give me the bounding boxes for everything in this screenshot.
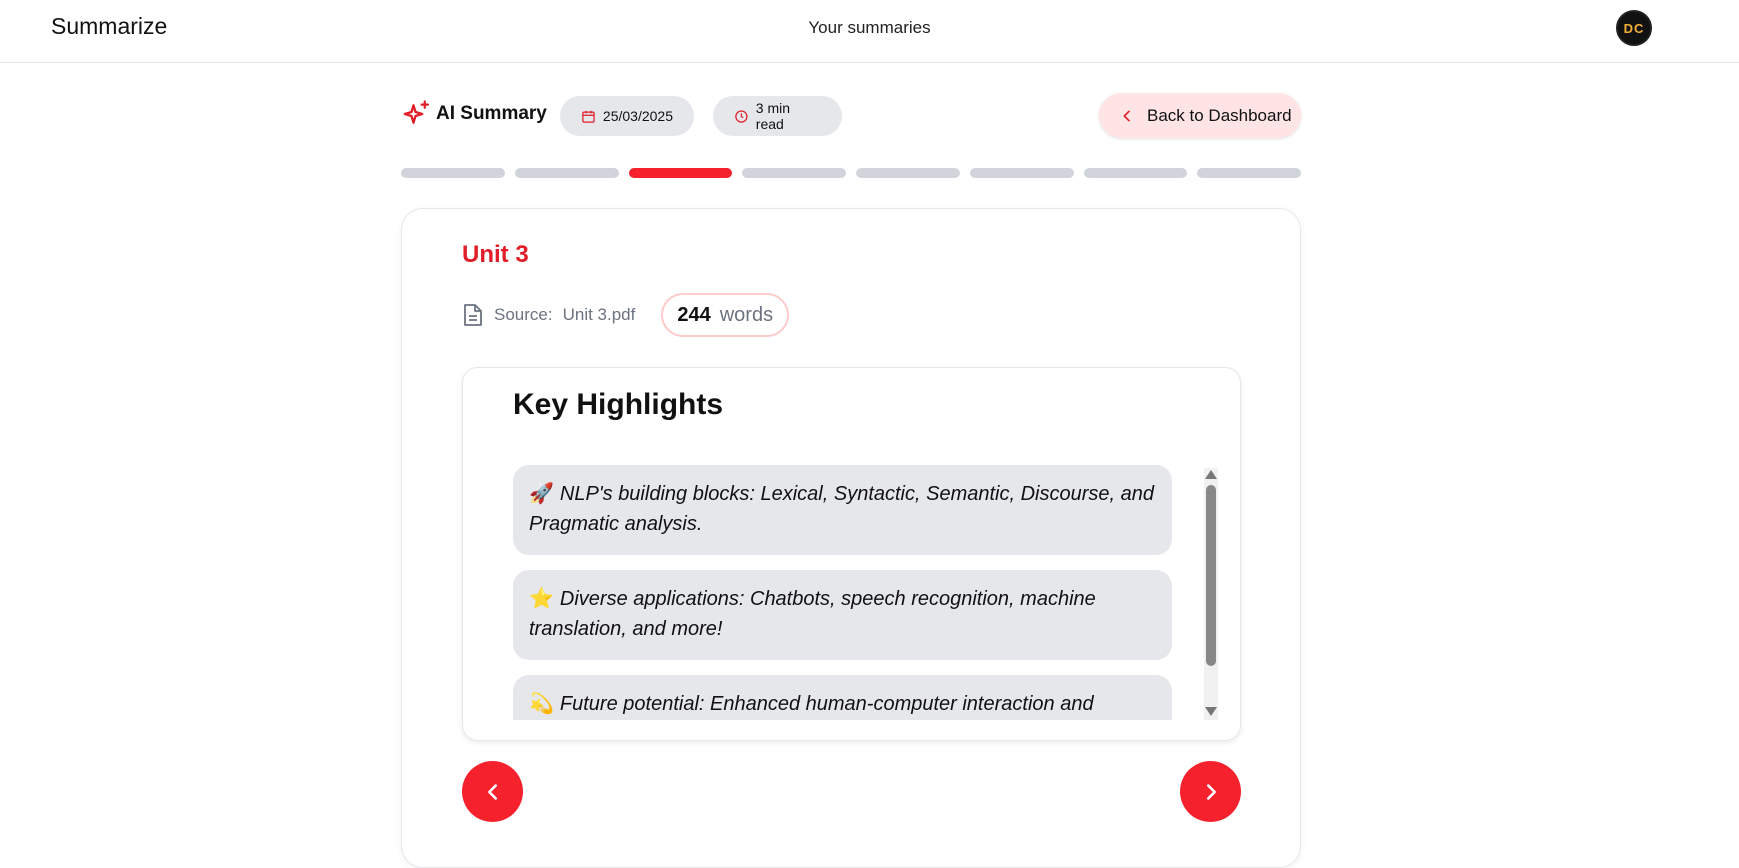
clock-icon [735, 109, 748, 123]
section-title: Key Highlights [513, 388, 724, 421]
user-avatar[interactable]: DC [1616, 10, 1652, 46]
date-text: 25/03/2025 [602, 108, 673, 124]
date-badge: 25/03/2025 [560, 96, 694, 136]
progress-segment-3[interactable] [628, 168, 733, 178]
top-navbar: Summarize Your summaries DC [0, 0, 1739, 63]
chevron-right-icon [1206, 783, 1216, 800]
chevron-left-icon [1123, 110, 1130, 121]
ai-summary-label: AI Summary [436, 103, 547, 124]
star-emoji-icon: ⭐ [529, 588, 554, 610]
dizzy-emoji-icon: 💫 [529, 693, 554, 715]
back-to-dashboard-label: Back to Dashboard [1147, 105, 1292, 125]
nav-your-summaries-link[interactable]: Your summaries [808, 18, 930, 37]
word-count-unit: words [719, 303, 774, 326]
read-time-text: 3 min read [755, 100, 791, 132]
back-to-dashboard-button[interactable]: Back to Dashboard [1099, 93, 1301, 138]
scroll-up-arrow-icon[interactable] [1205, 470, 1217, 479]
progress-segment-5[interactable] [856, 168, 960, 178]
nav-your-summaries-container: Your summaries [0, 18, 1739, 38]
scroll-down-arrow-icon[interactable] [1205, 707, 1217, 716]
document-icon [464, 304, 482, 326]
progress-segment-1[interactable] [401, 168, 505, 178]
chevron-left-icon [487, 783, 497, 800]
slide-progress-indicator [401, 168, 1301, 178]
progress-segment-7[interactable] [1083, 168, 1188, 178]
source-label: Source: [494, 305, 553, 324]
highlights-scrollbar[interactable] [1204, 468, 1218, 720]
summary-header: AI Summary 25/03/2025 3 min read Back to… [401, 93, 1301, 138]
calendar-icon [582, 110, 595, 123]
highlight-text: Future potential: Enhanced human-compute… [559, 693, 1094, 715]
key-highlights-panel: Key Highlights 🚀 NLP's building blocks: L… [462, 367, 1241, 741]
progress-segment-4[interactable] [742, 168, 846, 178]
sparkle-icon [403, 100, 429, 124]
summary-title: Unit 3 [462, 241, 529, 268]
highlights-list[interactable]: 🚀 NLP's building blocks: Lexical, Syntact… [513, 465, 1172, 720]
highlight-item: ⭐ Diverse applications: Chatbots, speech … [513, 570, 1172, 660]
highlight-text: NLP's building blocks: Lexical, Syntacti… [529, 483, 1154, 535]
read-time-badge: 3 min read [713, 96, 842, 136]
source-info: Source: Unit 3.pdf 244 words [462, 293, 790, 337]
word-count-value: 244 [677, 303, 711, 326]
progress-segment-6[interactable] [969, 168, 1074, 178]
highlight-item: 💫 Future potential: Enhanced human-comput… [513, 675, 1172, 720]
next-slide-button[interactable] [1180, 761, 1241, 822]
highlight-item: 🚀 NLP's building blocks: Lexical, Syntact… [513, 465, 1172, 555]
previous-slide-button[interactable] [462, 761, 523, 822]
source-filename: Unit 3.pdf [562, 305, 636, 324]
highlight-text: Diverse applications: Chatbots, speech r… [529, 588, 1096, 640]
rocket-emoji-icon: 🚀 [529, 483, 554, 505]
progress-segment-8[interactable] [1197, 168, 1301, 178]
scrollbar-thumb[interactable] [1206, 485, 1216, 666]
word-count-badge: 244 words [661, 293, 790, 337]
summary-card: Unit 3 Source: Unit 3.pdf 244 words Key … [401, 208, 1301, 868]
ai-summary-title: AI Summary [401, 99, 547, 129]
progress-segment-2[interactable] [514, 168, 619, 178]
